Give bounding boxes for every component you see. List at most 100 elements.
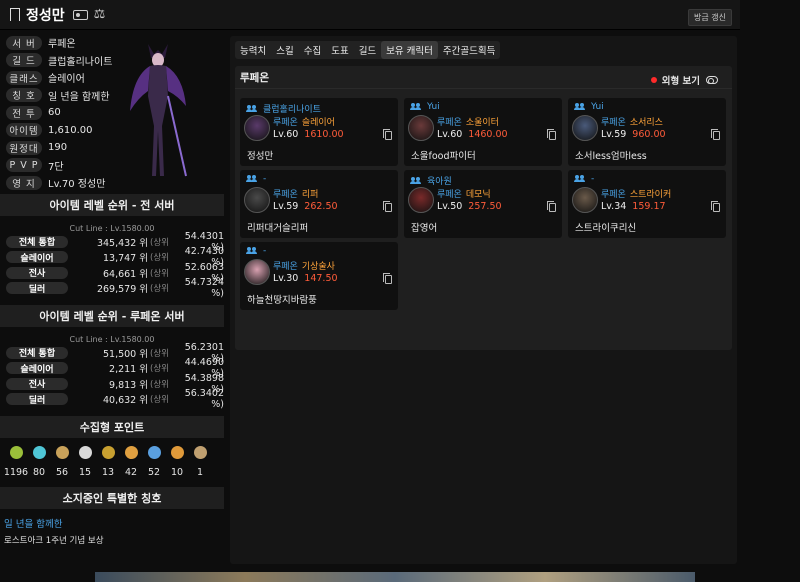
scale-icon[interactable]: ⚖ <box>94 7 106 22</box>
great-art-icon <box>55 446 69 459</box>
sea-bounty-icon <box>193 446 207 459</box>
rank-label: 전체 통합 <box>6 235 68 248</box>
tab-2[interactable]: 수집 <box>299 41 326 59</box>
card-level: Lv.30 <box>273 273 299 284</box>
collect-item[interactable]: 15 <box>74 446 96 478</box>
rank-value: 64,661 위 <box>102 268 148 280</box>
card-class: 데모닉 <box>465 190 491 200</box>
rank-row: 딜러 40,632 위 (상위 56.3402 %) <box>0 388 224 410</box>
card-server: 루페온 <box>437 190 462 200</box>
rank-value: 13,747 위 <box>102 253 148 265</box>
character-card[interactable]: - 루페온 리퍼 Lv.59 262.50 리퍼대거슬리퍼 <box>240 170 398 238</box>
guild-row: Yui <box>574 102 604 112</box>
rank-server-table: 전체 통합 51,500 위 (상위 56.2301 %) 슬레이어 2,211 위 (상위… <box>0 342 224 410</box>
bookmark-icon[interactable] <box>10 8 20 25</box>
rank-value: 40,632 위 <box>102 395 148 407</box>
level-row: Lv.60 1610.00 <box>273 129 344 140</box>
rank-value: 345,432 위 <box>96 237 148 249</box>
card-server: 루페온 <box>601 190 626 200</box>
info-value: Lv.70 정성만 <box>48 179 106 191</box>
collect-item[interactable]: 56 <box>51 446 73 478</box>
card-class: 소서리스 <box>629 118 663 128</box>
outfit-toggle[interactable]: 외형 보기 <box>650 73 718 87</box>
level-row: Lv.59 262.50 <box>273 201 338 212</box>
profile-info: 서 버 루페온 길 드 클럽홀리나이트 클래스 슬레이어 칭 호 일 년을 함께한 전 투 60 아… <box>0 34 224 190</box>
info-label: 영 지 <box>6 175 42 190</box>
tab-5[interactable]: 보유 캐릭터 <box>381 41 438 59</box>
card-nickname: 소울food파이터 <box>411 151 476 162</box>
special-title-desc: 로스트아크 1주년 기념 보상 <box>4 536 104 546</box>
collect-points: 1196 80 56 15 13 42 52 10 1 <box>0 446 224 478</box>
info-row: P V P 7단 <box>0 157 224 175</box>
refresh-button[interactable]: 방금 갱신 <box>688 9 732 26</box>
guild-name: Yui <box>591 102 604 112</box>
rank-value: 51,500 위 <box>102 348 148 360</box>
card-nickname: 스트라이쿠리신 <box>575 223 637 234</box>
tab-0[interactable]: 능력치 <box>235 41 271 59</box>
class-row: 루페온 소울이터 <box>437 115 499 128</box>
character-card[interactable]: - 루페온 기상술사 Lv.30 147.50 하늘천땅지바람풍 <box>240 242 398 310</box>
rank-label: 딜러 <box>6 282 68 295</box>
guild-name: Yui <box>427 102 440 112</box>
tab-3[interactable]: 도표 <box>326 41 353 59</box>
collect-value: 10 <box>170 467 184 478</box>
collect-value: 1196 <box>3 467 29 478</box>
info-value: 슬레이어 <box>48 74 85 86</box>
card-server: 루페온 <box>273 190 298 200</box>
people-icon <box>246 175 259 183</box>
toggle-icon[interactable] <box>706 76 718 84</box>
card-server: 루페온 <box>273 262 298 272</box>
collect-item[interactable]: 10 <box>166 446 188 478</box>
guild-row: Yui <box>410 102 440 112</box>
info-value: 60 <box>48 107 61 119</box>
collect-item[interactable]: 13 <box>97 446 119 478</box>
card-class: 소울이터 <box>465 118 499 128</box>
level-row: Lv.59 960.00 <box>601 129 666 140</box>
collect-title: 수집형 포인트 <box>0 416 224 438</box>
rank-percent: 54.7324 %) <box>184 277 224 300</box>
rank-label: 슬레이어 <box>6 362 68 375</box>
copy-icon[interactable] <box>547 129 556 140</box>
rank-row: 딜러 269,579 위 (상위 54.7324 %) <box>0 277 224 299</box>
tab-1[interactable]: 스킬 <box>271 41 298 59</box>
collect-item[interactable]: 42 <box>120 446 142 478</box>
guild-row: 육아원 <box>410 174 452 187</box>
roster-server-name: 루페온 <box>240 71 269 84</box>
collect-item[interactable]: 80 <box>28 446 50 478</box>
info-row: 아이템 1,610.00 <box>0 122 224 140</box>
copy-icon[interactable] <box>383 273 392 284</box>
collect-item[interactable]: 52 <box>143 446 165 478</box>
collect-value: 1 <box>196 467 204 478</box>
level-row: Lv.60 1460.00 <box>437 129 508 140</box>
level-row: Lv.50 257.50 <box>437 201 502 212</box>
mokoko-seed-icon <box>9 446 23 459</box>
character-card[interactable]: Yui 루페온 소울이터 Lv.60 1460.00 소울food파이터 <box>404 98 562 166</box>
card-level: Lv.34 <box>601 201 627 212</box>
character-card[interactable]: Yui 루페온 소서리스 Lv.59 960.00 소서less엄마less <box>568 98 726 166</box>
character-card[interactable]: 육아원 루페온 데모닉 Lv.50 257.50 잡영어 <box>404 170 562 238</box>
copy-icon[interactable] <box>383 129 392 140</box>
card-item-level: 262.50 <box>304 201 338 212</box>
info-label: 서 버 <box>6 35 42 50</box>
card-nickname: 리퍼대거슬리퍼 <box>247 223 309 234</box>
character-card[interactable]: 클럽홀리나이트 루페온 슬레이어 Lv.60 1610.00 정성만 <box>240 98 398 166</box>
collect-item[interactable]: 1196 <box>3 446 29 478</box>
special-title-name: 일 년을 함께한 <box>4 519 63 530</box>
info-label: 전 투 <box>6 105 42 120</box>
copy-icon[interactable] <box>711 201 720 212</box>
copy-icon[interactable] <box>547 201 556 212</box>
guild-row: - <box>246 174 266 184</box>
collect-item[interactable]: 1 <box>189 446 211 478</box>
copy-icon[interactable] <box>383 201 392 212</box>
copy-icon[interactable] <box>711 129 720 140</box>
tab-6[interactable]: 주간골드획득 <box>438 41 500 59</box>
id-card-icon[interactable] <box>72 9 88 20</box>
card-level: Lv.60 <box>437 129 463 140</box>
tab-4[interactable]: 길드 <box>354 41 381 59</box>
rank-label: 전사 <box>6 377 68 390</box>
red-dot-icon <box>650 77 657 83</box>
character-card[interactable]: - 루페온 스트라이커 Lv.34 159.17 스트라이쿠리신 <box>568 170 726 238</box>
card-class: 슬레이어 <box>301 118 335 128</box>
class-row: 루페온 리퍼 <box>273 187 318 200</box>
card-level: Lv.59 <box>601 129 627 140</box>
